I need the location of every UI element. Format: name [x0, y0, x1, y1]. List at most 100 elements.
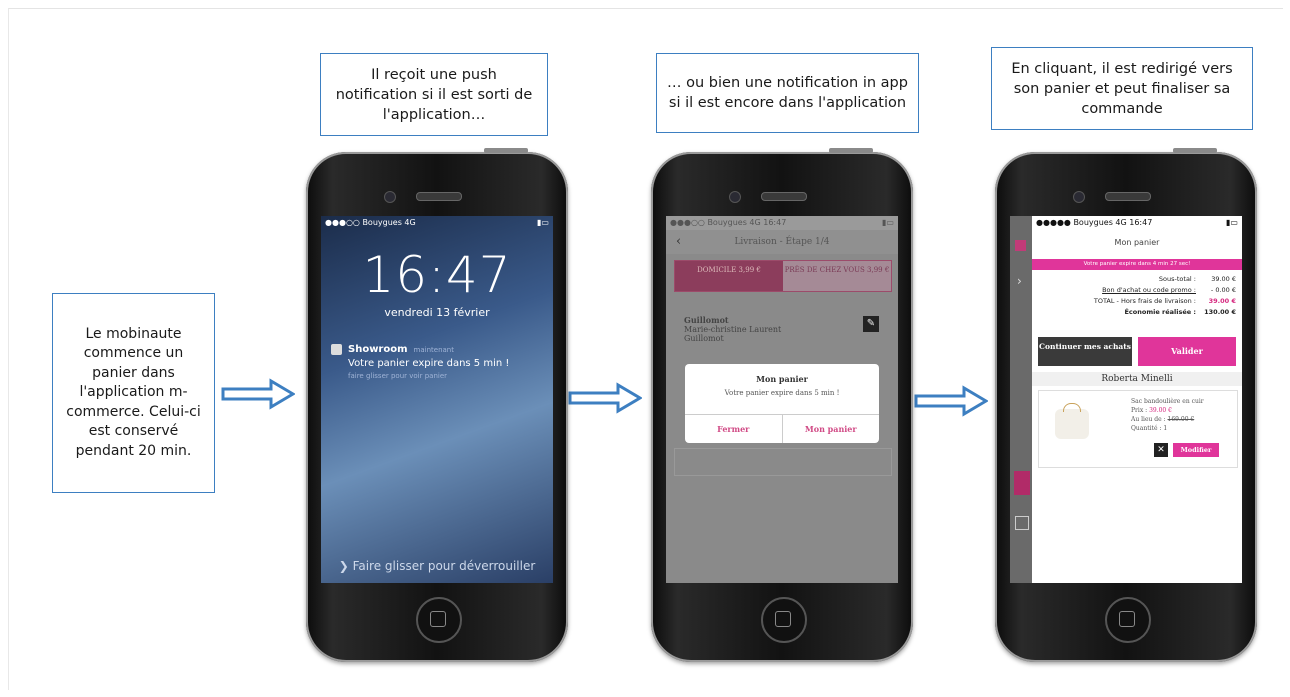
address-line: Guillomot [684, 315, 729, 325]
camera-icon [384, 191, 396, 203]
battery-icon: ▮▭ [537, 218, 549, 227]
carrier-text: ●●●○○ Bouygues 4G [325, 218, 416, 227]
callout-left-text: Le mobinaute commence un panier dans l'a… [66, 325, 201, 459]
delivery-tabs: DOMICILE 3,99 € PRÈS DE CHEZ VOUS 3,99 € [674, 260, 892, 292]
alert-message: Votre panier expire dans 5 min ! [724, 389, 840, 397]
callout-left: Le mobinaute commence un panier dans l'a… [52, 293, 215, 493]
row-value: 39.00 € [1211, 275, 1236, 283]
edit-icon[interactable]: ✎ [863, 316, 879, 332]
tab-near-you[interactable]: PRÈS DE CHEZ VOUS 3,99 € [783, 261, 891, 291]
row-value: 130.00 € [1204, 308, 1236, 316]
product-name: Sac bandoulière en cuir [1131, 398, 1204, 405]
bag-icon[interactable] [1015, 240, 1026, 251]
validate-button[interactable]: Valider [1138, 337, 1236, 366]
notif-header: Showroom maintenant [331, 344, 541, 355]
row-label: Sous-total : [1158, 275, 1196, 283]
cart-title: Mon panier [1114, 238, 1160, 247]
phone-lockscreen: ●●●○○ Bouygues 4G ▮▭ 16:47 vendredi 13 f… [306, 148, 568, 662]
app-icon [331, 344, 342, 355]
speaker-grille [1105, 192, 1151, 201]
arrow-right-icon [221, 378, 295, 410]
slide-to-unlock[interactable]: ❯ Faire glisser pour déverrouiller [321, 559, 553, 573]
phone-inapp: ●●●○○ Bouygues 4G 16:47 ▮▭ ‹ Livraison -… [651, 148, 913, 662]
power-button [829, 148, 873, 153]
alert-buttons: Fermer Mon panier [685, 414, 879, 443]
battery-icon: ▮▭ [882, 218, 894, 227]
callout-phone1-text: Il reçoit une push notification si il es… [335, 66, 533, 123]
arrow-right-icon [568, 382, 642, 414]
carrier-text: ●●●○○ Bouygues 4G [670, 218, 761, 227]
subtotal-row: Sous-total : 39.00 € [1036, 274, 1236, 285]
home-button[interactable] [416, 597, 462, 643]
phone-cart: › ●●●●● Bouygues 4G 16:47 ▮▭ Mon panier … [995, 148, 1257, 662]
cart-item: Sac bandoulière en cuir Prix : 39.00 € A… [1038, 390, 1238, 468]
side-tab[interactable] [1014, 471, 1030, 495]
status-bar: ●●●○○ Bouygues 4G ▮▭ [321, 216, 553, 230]
share-icon[interactable] [1015, 516, 1029, 530]
chevron-right-icon: ❯ [338, 559, 353, 573]
status-bar: ●●●●● Bouygues 4G 16:47 ▮▭ [1032, 216, 1242, 230]
push-notification[interactable]: Showroom maintenant Votre panier expire … [331, 344, 541, 380]
promo-link[interactable]: Bon d'achat ou code promo : [1102, 285, 1196, 296]
address-line: Marie-christine Laurent [684, 325, 782, 334]
row-value: 39.00 € [1208, 297, 1236, 305]
close-button[interactable]: Fermer [685, 415, 782, 443]
option-box [674, 448, 892, 476]
arrow-right-icon [914, 385, 988, 417]
lock-date: vendredi 13 février [384, 306, 490, 319]
row-label: Économie réalisée : [1124, 308, 1196, 316]
carrier-text: ●●●●● Bouygues 4G [1036, 218, 1127, 227]
callout-phone3-text: En cliquant, il est redirigé vers son pa… [1011, 60, 1233, 117]
home-button[interactable] [761, 597, 807, 643]
notif-message: Votre panier expire dans 5 min ! [348, 358, 510, 369]
savings-row: Économie réalisée : 130.00 € [1036, 307, 1236, 318]
product-price: 39.00 € [1149, 407, 1172, 414]
cart-screen: › ●●●●● Bouygues 4G 16:47 ▮▭ Mon panier … [1010, 216, 1242, 583]
notif-app-name: Showroom [348, 344, 408, 355]
status-time: 16:47 [1129, 218, 1153, 227]
total-row: TOTAL - Hors frais de livraison : 39.00 € [1036, 296, 1236, 307]
notif-time: maintenant [413, 345, 454, 354]
slide-text: Faire glisser pour déverrouiller [352, 559, 536, 573]
camera-icon [1073, 191, 1085, 203]
lock-time: 16:47 [362, 246, 512, 304]
callout-phone1: Il reçoit une push notification si il es… [320, 53, 548, 136]
header-title: Livraison - Étape 1/4 [734, 237, 830, 247]
home-button[interactable] [1105, 597, 1151, 643]
continue-shopping-button[interactable]: Continuer mes achats [1038, 337, 1132, 366]
power-button [1173, 148, 1217, 153]
remove-icon[interactable]: ✕ [1154, 443, 1168, 457]
address-line: Guillomot [684, 334, 724, 343]
callout-phone3: En cliquant, il est redirigé vers son pa… [991, 47, 1253, 130]
camera-icon [729, 191, 741, 203]
app-screen: ●●●○○ Bouygues 4G 16:47 ▮▭ ‹ Livraison -… [666, 216, 898, 583]
old-price: 169.00 € [1167, 416, 1195, 423]
price-label: Prix : [1131, 407, 1148, 414]
modify-button[interactable]: Modifier [1173, 443, 1219, 457]
product-info: Sac bandoulière en cuir Prix : 39.00 € A… [1131, 397, 1204, 433]
product-quantity: Quantité : 1 [1131, 425, 1168, 432]
my-cart-button[interactable]: Mon panier [781, 415, 880, 443]
product-image [1055, 403, 1089, 439]
speaker-grille [761, 192, 807, 201]
speaker-grille [416, 192, 462, 201]
side-menu: › [1010, 216, 1032, 583]
power-button [484, 148, 528, 153]
callout-phone2-text: … ou bien une notification in app si il … [667, 75, 908, 111]
row-value: - 0.00 € [1210, 286, 1236, 294]
cart-totals: Sous-total : 39.00 € Bon d'achat ou code … [1036, 274, 1236, 318]
inapp-alert: Mon panier Votre panier expire dans 5 mi… [685, 364, 879, 443]
alert-title: Mon panier [756, 374, 808, 384]
row-label: TOTAL - Hors frais de livraison : [1093, 297, 1196, 305]
expiry-banner: Votre panier expire dans 4 min 27 sec! [1032, 259, 1242, 270]
cart-panel: ●●●●● Bouygues 4G 16:47 ▮▭ Mon panier Vo… [1032, 216, 1242, 583]
notif-subtext: faire glisser pour voir panier [348, 372, 448, 380]
promo-row[interactable]: Bon d'achat ou code promo : - 0.00 € [1036, 285, 1236, 296]
status-time: 16:47 [763, 218, 787, 227]
address-block: Guillomot Marie-christine Laurent Guillo… [684, 315, 782, 344]
status-bar: ●●●○○ Bouygues 4G 16:47 ▮▭ [666, 216, 898, 230]
chevron-right-icon[interactable]: › [1017, 274, 1022, 288]
tab-domicile[interactable]: DOMICILE 3,99 € [675, 261, 783, 291]
callout-phone2: … ou bien une notification in app si il … [656, 53, 919, 133]
back-icon[interactable]: ‹ [676, 230, 681, 254]
